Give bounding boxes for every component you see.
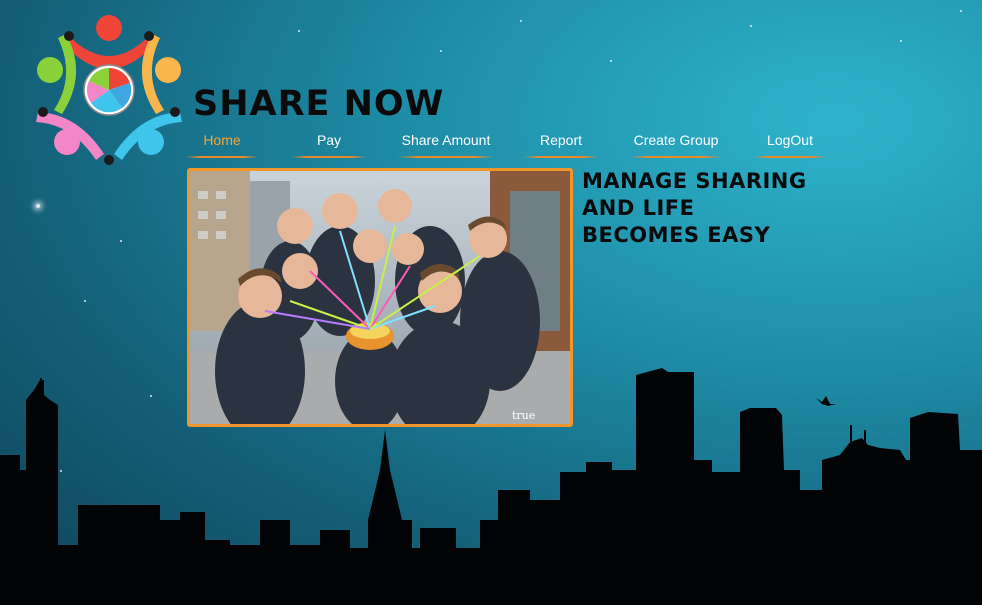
nav-underline	[398, 156, 494, 158]
nav-create-group-label: Create Group	[633, 132, 719, 148]
nav-share-amount[interactable]: Share Amount	[398, 130, 494, 158]
hero-tagline: MANAGE SHARING AND LIFE BECOMES EASY	[582, 168, 807, 249]
people-circle-pie-logo-icon	[36, 15, 182, 165]
nav-underline	[292, 156, 366, 158]
nav-pay[interactable]: Pay	[292, 130, 366, 158]
nav-home[interactable]: Home	[186, 130, 258, 158]
photo-watermark: true	[512, 409, 535, 422]
hero-photo: true	[187, 168, 573, 427]
tagline-line-3: BECOMES EASY	[582, 223, 771, 247]
nav-underline	[630, 156, 722, 158]
nav-pay-label: Pay	[316, 132, 342, 148]
nav-report-label: Report	[539, 132, 583, 148]
group-party-photo: true	[190, 171, 570, 424]
nav-create-group[interactable]: Create Group	[630, 130, 722, 158]
site-title: SHARE NOW	[193, 84, 445, 124]
tagline-line-1: MANAGE SHARING	[582, 169, 807, 193]
nav-underline	[754, 156, 826, 158]
tagline-line-2: AND LIFE	[582, 196, 695, 220]
nav-share-amount-label: Share Amount	[401, 132, 491, 148]
nav-underline	[186, 156, 258, 158]
main-navigation: Home Pay Share Amount Report Create Grou…	[186, 130, 826, 160]
nav-logout[interactable]: LogOut	[754, 130, 826, 158]
nav-report[interactable]: Report	[524, 130, 598, 158]
nav-underline	[524, 156, 598, 158]
nav-home-label: Home	[203, 132, 241, 148]
nav-logout-label: LogOut	[767, 132, 813, 148]
